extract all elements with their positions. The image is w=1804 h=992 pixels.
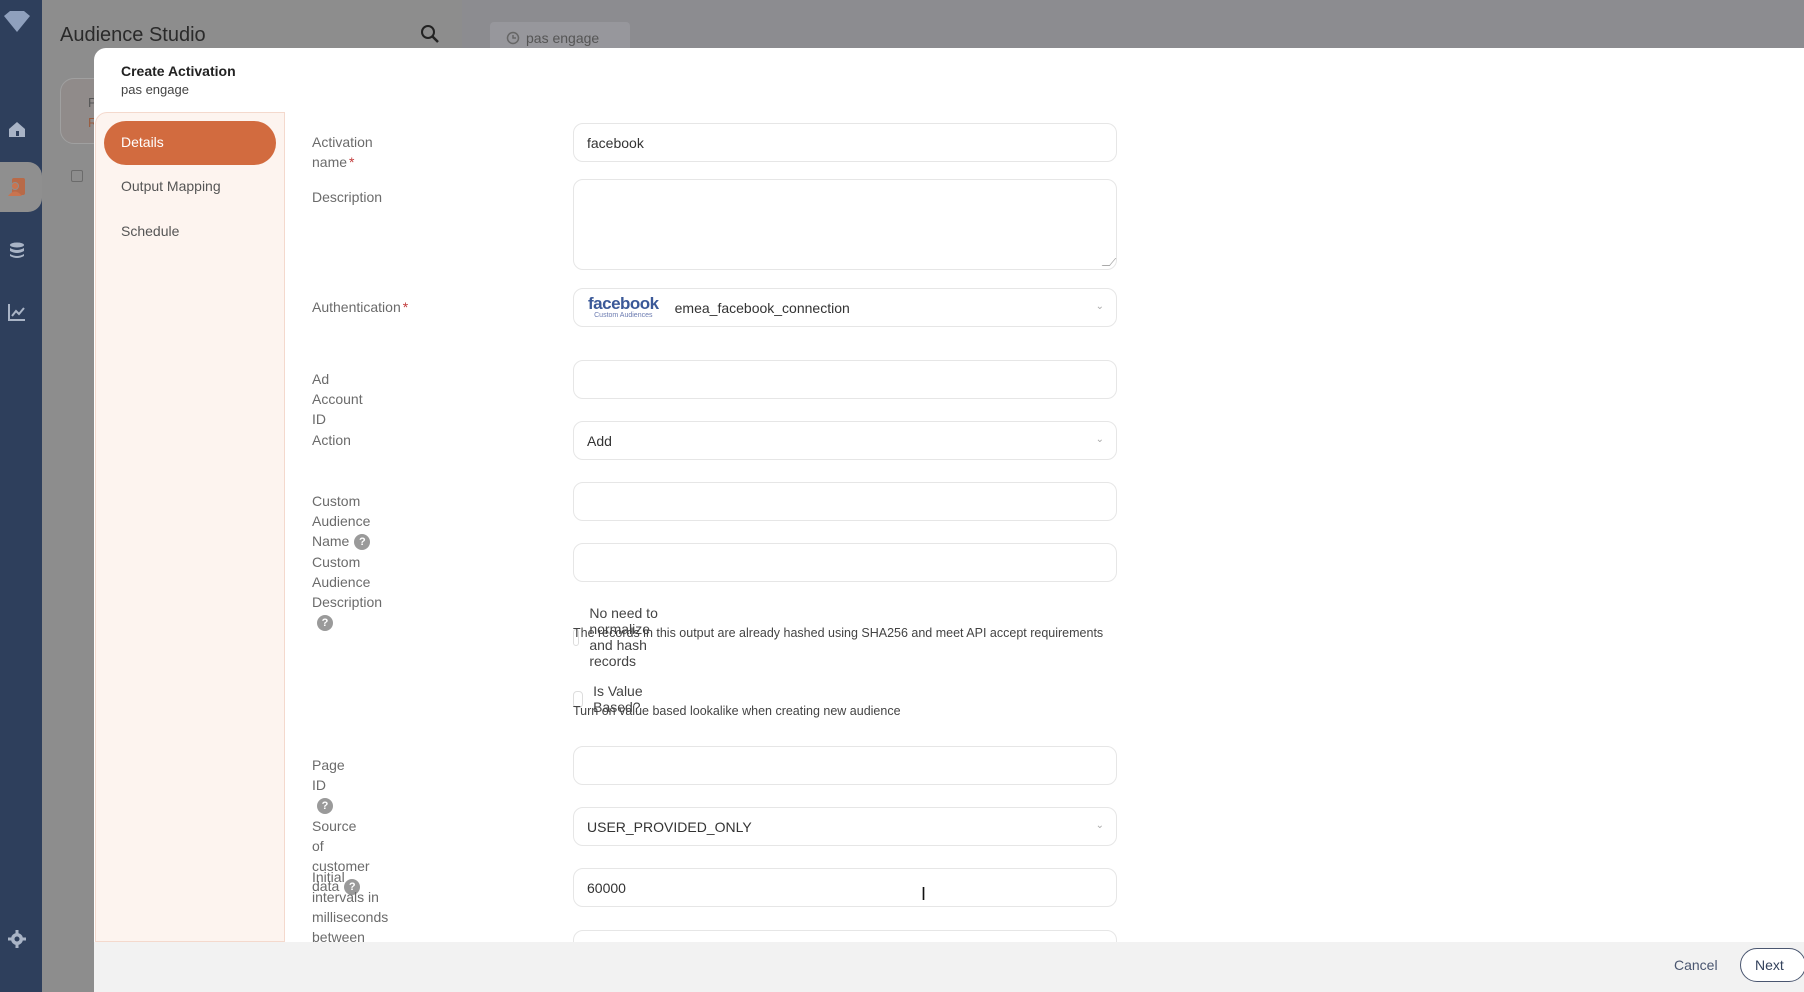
- nav-rail: [0, 0, 42, 992]
- value-based-description: Turn on value based lookalike when creat…: [573, 704, 901, 718]
- description-textarea[interactable]: [573, 179, 1117, 270]
- home-icon[interactable]: [6, 118, 28, 140]
- help-icon[interactable]: ?: [354, 534, 371, 551]
- create-activation-modal: Create Activation pas engage Details Out…: [94, 48, 1804, 992]
- chevron-down-icon: ⌄: [1095, 301, 1104, 312]
- gear-icon[interactable]: [6, 928, 28, 950]
- ad-account-id-input[interactable]: [573, 360, 1117, 399]
- custom-audience-description-input[interactable]: [573, 543, 1117, 582]
- step-output-mapping[interactable]: Output Mapping: [104, 165, 276, 209]
- audience-icon[interactable]: [6, 176, 28, 198]
- source-of-customer-data-select[interactable]: USER_PROVIDED_ONLY ⌄: [573, 807, 1117, 846]
- cancel-button[interactable]: Cancel: [1674, 957, 1718, 973]
- action-select[interactable]: Add ⌄: [573, 421, 1117, 460]
- authentication-label: Authentication *: [312, 299, 409, 315]
- chevron-down-icon: ⌄: [1095, 434, 1104, 445]
- chart-icon[interactable]: [6, 301, 28, 323]
- step-schedule[interactable]: Schedule: [104, 210, 276, 254]
- activation-name-label: Activation name *: [312, 134, 373, 170]
- custom-audience-description-label: Custom Audience Description?: [312, 554, 383, 632]
- no-normalize-description: The records in this output are already h…: [573, 626, 1104, 640]
- help-icon[interactable]: ?: [317, 615, 333, 632]
- modal-footer: Cancel Next: [94, 942, 1804, 992]
- page-id-label: Page ID?: [312, 757, 345, 815]
- database-icon[interactable]: [6, 240, 28, 262]
- authentication-select[interactable]: facebook Custom Audiences emea_facebook_c…: [573, 288, 1117, 327]
- custom-audience-name-input[interactable]: [573, 482, 1117, 521]
- help-icon[interactable]: ?: [317, 798, 333, 815]
- collapse-icon: [71, 170, 83, 182]
- action-label: Action: [312, 432, 351, 448]
- app-title: Audience Studio: [60, 24, 206, 46]
- modal-title: Create Activation: [121, 63, 236, 79]
- chevron-down-icon: ⌄: [1095, 820, 1104, 831]
- initial-intervals-input[interactable]: 60000: [573, 868, 1117, 907]
- text-cursor-icon: I: [921, 884, 927, 904]
- resize-handle-icon[interactable]: [1101, 258, 1117, 266]
- step-details[interactable]: Details: [104, 121, 276, 165]
- custom-audience-name-label: Custom Audience Name?: [312, 493, 371, 551]
- page-id-input[interactable]: [573, 746, 1117, 785]
- ad-account-id-label: Ad Account ID: [312, 371, 363, 427]
- workspace-header-background: [462, 0, 1804, 48]
- description-label: Description: [312, 189, 383, 205]
- next-button[interactable]: Next: [1740, 948, 1804, 982]
- diamond-logo-icon: [4, 11, 30, 32]
- history-icon: [506, 31, 520, 48]
- modal-subtitle: pas engage: [121, 82, 189, 97]
- activation-name-input[interactable]: facebook: [573, 123, 1117, 162]
- step-nav: Details Output Mapping Schedule: [95, 112, 285, 942]
- facebook-custom-audiences-logo: facebook Custom Audiences: [588, 293, 659, 319]
- search-icon[interactable]: [420, 24, 440, 49]
